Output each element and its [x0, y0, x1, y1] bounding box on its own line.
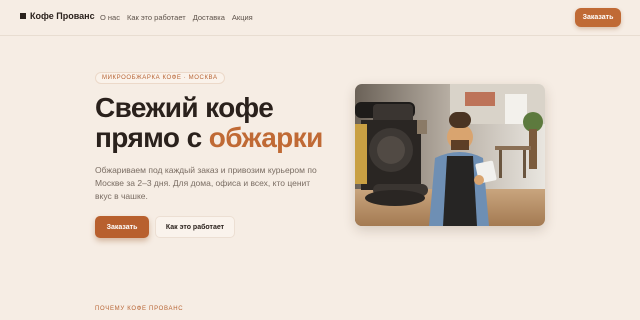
- hero-title-line1: Свежий кофе: [95, 92, 274, 123]
- main-nav: О нас Как это работает Доставка Акция: [100, 13, 253, 22]
- hero-badge: МИКРООБЖАРКА КОФЕ · МОСКВА: [95, 72, 225, 84]
- brand-name: Кофе Прованс: [30, 11, 95, 21]
- nav-promo[interactable]: Акция: [232, 13, 253, 22]
- hero-title-plain: прямо с: [95, 122, 209, 153]
- hero-order-button[interactable]: Заказать: [95, 216, 149, 238]
- section-label: ПОЧЕМУ КОФЕ ПРОВАНС: [95, 306, 184, 312]
- hero-title-line2: прямо с обжарки: [95, 123, 323, 153]
- how-it-works-button[interactable]: Как это работает: [155, 216, 235, 238]
- brand-logo[interactable]: Кофе Прованс: [20, 11, 95, 21]
- hero-lead: Обжариваем под каждый заказ и привозим к…: [95, 165, 317, 201]
- nav-delivery[interactable]: Доставка: [193, 13, 225, 22]
- header-order-button[interactable]: Заказать: [575, 8, 621, 27]
- hero-title-accent: обжарки: [208, 122, 324, 153]
- logo-square-icon: [20, 13, 26, 19]
- roaster-photo-illustration: [355, 84, 545, 226]
- nav-about[interactable]: О нас: [100, 13, 120, 22]
- hero-title: Свежий кофе прямо с обжарки: [95, 93, 323, 153]
- nav-how-it-works[interactable]: Как это работает: [127, 13, 186, 22]
- hero-photo: [355, 84, 545, 226]
- site-header: Кофе Прованс О нас Как это работает Дост…: [0, 0, 640, 36]
